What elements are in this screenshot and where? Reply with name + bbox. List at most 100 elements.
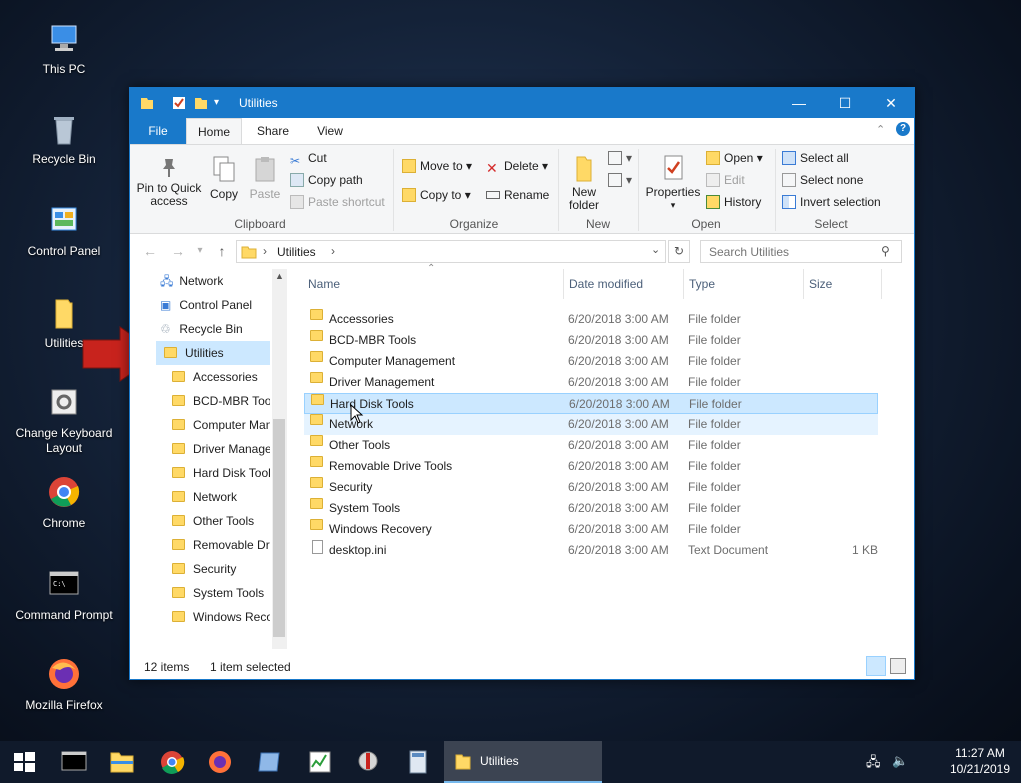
cut-button[interactable]: ✂ Cut: [290, 151, 327, 168]
nav-item-utilities[interactable]: Utilities: [156, 341, 270, 365]
nav-scrollbar-thumb[interactable]: [273, 419, 285, 637]
file-row[interactable]: Other Tools 6/20/2018 3:00 AM File folder: [304, 435, 878, 456]
nav-item-other-tools[interactable]: Other Tools: [172, 509, 270, 533]
taskbar-app-calculator[interactable]: [394, 741, 442, 783]
tab-home[interactable]: Home: [186, 118, 242, 145]
clock[interactable]: 11:27 AM 10/21/2019: [942, 745, 1018, 777]
invert-selection-button[interactable]: Invert selection: [782, 195, 881, 209]
nav-item-driver-management[interactable]: Driver Management: [172, 437, 270, 461]
file-row[interactable]: Security 6/20/2018 3:00 AM File folder: [304, 477, 878, 498]
delete-button[interactable]: ✕ Delete ▾: [486, 159, 548, 176]
large-icons-view-icon[interactable]: [890, 658, 906, 674]
pin-quick-access-button[interactable]: Pin to Quick access: [136, 155, 202, 208]
close-button[interactable]: ✕: [868, 88, 914, 118]
nav-item-network-folder[interactable]: Network: [172, 485, 270, 509]
desktop-icon-firefox[interactable]: Mozilla Firefox: [8, 658, 120, 713]
file-row[interactable]: Hard Disk Tools 6/20/2018 3:00 AM File fol…: [304, 393, 878, 414]
nav-item-removable-drive-tools[interactable]: Removable Drive Tools: [172, 533, 270, 557]
search-input[interactable]: [701, 241, 877, 262]
properties-check-icon[interactable]: [172, 95, 186, 111]
desktop-icon-recycle-bin[interactable]: Recycle Bin: [8, 112, 120, 167]
minimize-button[interactable]: —: [776, 88, 822, 118]
nav-item-recycle-bin[interactable]: ♲ Recycle Bin: [160, 317, 243, 341]
taskbar-app-tool[interactable]: [344, 741, 392, 783]
up-arrow-icon[interactable]: ↑: [214, 243, 230, 259]
ribbon-collapse-icon[interactable]: ⌃: [876, 123, 885, 136]
column-separator[interactable]: [803, 269, 804, 299]
desktop-icon-change-keyboard[interactable]: Change Keyboard Layout: [8, 386, 120, 456]
network-status-icon[interactable]: 🖧: [866, 753, 881, 775]
easy-access-button[interactable]: ▾: [608, 173, 632, 187]
nav-item-network[interactable]: 🖧 Network: [160, 269, 223, 293]
address-bar[interactable]: › Utilities › ⌄: [236, 240, 666, 263]
nav-item-security[interactable]: Security: [172, 557, 270, 581]
taskbar-file-explorer[interactable]: [98, 741, 146, 783]
nav-item-bcd-mbr-tools[interactable]: BCD-MBR Tools: [172, 389, 270, 413]
tab-share[interactable]: Share: [248, 118, 298, 144]
move-to-button[interactable]: Move to ▾: [402, 159, 472, 173]
paste-shortcut-button[interactable]: Paste shortcut: [290, 195, 385, 209]
back-arrow-icon[interactable]: ←: [142, 243, 158, 259]
recent-locations-icon[interactable]: ▾: [192, 243, 208, 259]
nav-item-windows-recovery[interactable]: Windows Recovery: [172, 605, 270, 629]
volume-icon[interactable]: 🔈: [892, 753, 908, 769]
breadcrumb-chevron-icon[interactable]: ›: [331, 244, 335, 258]
file-row[interactable]: Accessories 6/20/2018 3:00 AM File folder: [304, 309, 878, 330]
copy-button[interactable]: Copy: [206, 155, 242, 201]
desktop-icon-control-panel[interactable]: Control Panel: [8, 204, 120, 259]
maximize-button[interactable]: ☐: [822, 88, 868, 118]
new-folder-icon[interactable]: [194, 95, 208, 111]
search-box[interactable]: ⚲: [700, 240, 902, 263]
file-row[interactable]: Driver Management 6/20/2018 3:00 AM File f…: [304, 372, 878, 393]
nav-item-hard-disk-tools[interactable]: Hard Disk Tools: [172, 461, 270, 485]
desktop-icon-chrome[interactable]: Chrome: [8, 476, 120, 531]
column-separator[interactable]: [683, 269, 684, 299]
taskbar-chrome[interactable]: [148, 741, 196, 783]
column-separator[interactable]: [563, 269, 564, 299]
desktop-icon-this-pc[interactable]: This PC: [8, 22, 120, 77]
taskbar-app-notepad[interactable]: [246, 741, 294, 783]
paste-button[interactable]: Paste: [246, 155, 284, 201]
history-button[interactable]: History: [706, 195, 761, 209]
file-row[interactable]: Windows Recovery 6/20/2018 3:00 AM File fo…: [304, 519, 878, 540]
chevron-down-icon[interactable]: ▾: [214, 97, 228, 113]
title-bar[interactable]: ▾ Utilities — ☐ ✕: [130, 88, 914, 118]
desktop-icon-command-prompt[interactable]: C:\ Command Prompt: [8, 568, 120, 623]
refresh-icon[interactable]: ↻: [668, 240, 690, 263]
file-row[interactable]: Network 6/20/2018 3:00 AM File folder: [304, 414, 878, 435]
taskbar-app-task-manager[interactable]: [296, 741, 344, 783]
file-row[interactable]: Removable Drive Tools 6/20/2018 3:00 AM Fi…: [304, 456, 878, 477]
edit-button[interactable]: Edit: [706, 173, 745, 187]
file-row[interactable]: BCD-MBR Tools 6/20/2018 3:00 AM File folde…: [304, 330, 878, 351]
taskbar-firefox[interactable]: [196, 741, 244, 783]
file-row[interactable]: Computer Management 6/20/2018 3:00 AM File…: [304, 351, 878, 372]
select-all-button[interactable]: Select all: [782, 151, 849, 165]
nav-item-control-panel[interactable]: ▣ Control Panel: [160, 293, 252, 317]
forward-arrow-icon[interactable]: →: [170, 243, 186, 259]
copy-path-button[interactable]: Copy path: [290, 173, 363, 187]
rename-button[interactable]: Rename: [486, 188, 549, 202]
properties-button[interactable]: Properties ▾: [642, 153, 704, 212]
file-row[interactable]: System Tools 6/20/2018 3:00 AM File folder: [304, 498, 878, 519]
column-header-name[interactable]: Name: [308, 269, 340, 299]
new-item-button[interactable]: ▾: [608, 151, 632, 165]
column-header-type[interactable]: Type: [689, 269, 715, 299]
tab-view[interactable]: View: [304, 118, 356, 144]
search-icon[interactable]: ⚲: [881, 244, 890, 258]
column-header-date[interactable]: Date modified: [569, 269, 643, 299]
breadcrumb-utilities[interactable]: Utilities: [277, 245, 316, 259]
nav-item-computer-management[interactable]: Computer Management: [172, 413, 270, 437]
column-separator[interactable]: [881, 269, 882, 299]
help-icon[interactable]: ?: [896, 122, 910, 136]
address-dropdown-icon[interactable]: ⌄: [651, 243, 660, 256]
file-row[interactable]: desktop.ini 6/20/2018 3:00 AM Text Documen…: [304, 540, 878, 561]
scroll-up-icon[interactable]: ▲: [273, 271, 286, 281]
column-header-size[interactable]: Size: [809, 269, 832, 299]
select-none-button[interactable]: Select none: [782, 173, 863, 187]
start-button[interactable]: [0, 741, 48, 783]
nav-item-system-tools[interactable]: System Tools: [172, 581, 270, 605]
tab-file[interactable]: File: [130, 118, 186, 144]
nav-item-accessories[interactable]: Accessories: [172, 365, 270, 389]
taskbar-command-prompt[interactable]: [50, 741, 98, 783]
copy-to-button[interactable]: Copy to ▾: [402, 188, 471, 202]
